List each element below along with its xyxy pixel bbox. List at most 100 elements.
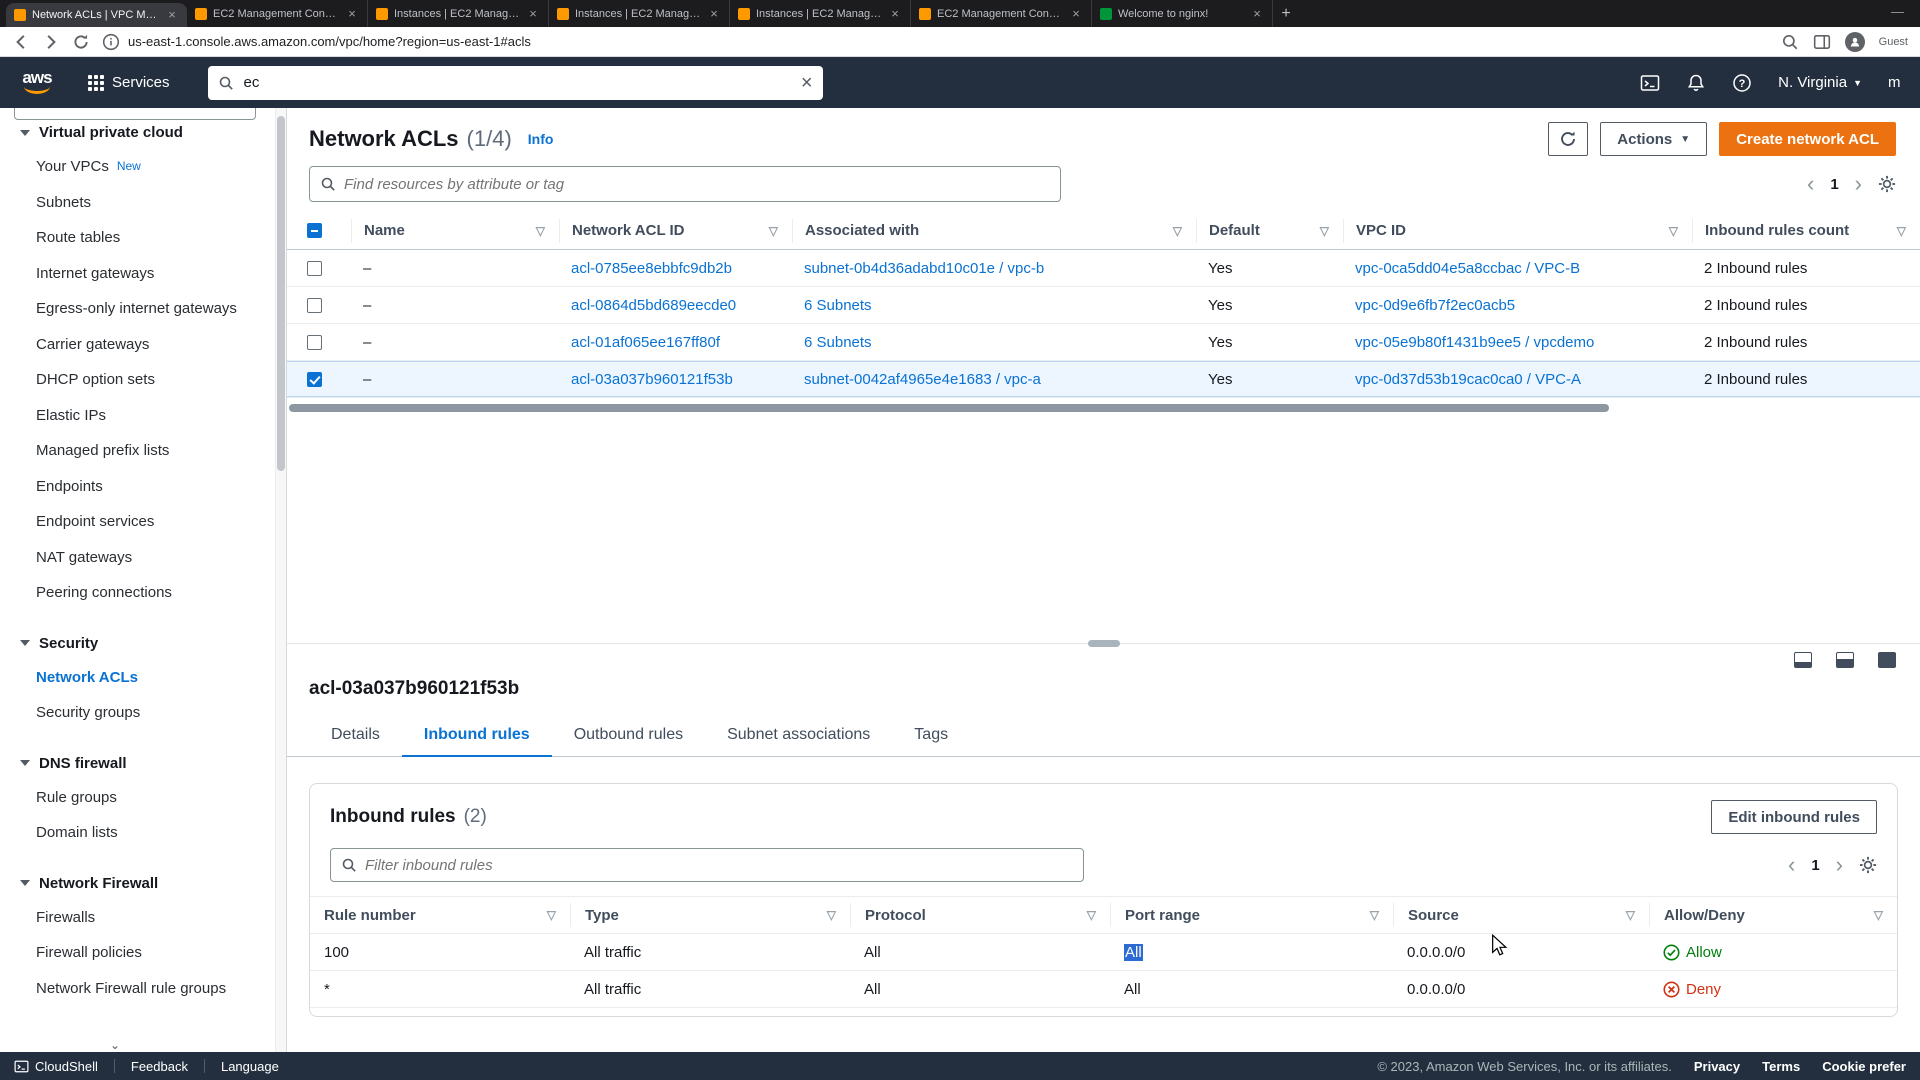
sidebar-item-rule-groups[interactable]: Rule groups [20, 780, 260, 816]
settings-gear-icon[interactable] [1859, 856, 1877, 874]
sidebar-item-egress-only-internet-gateways[interactable]: Egress-only internet gateways [20, 291, 260, 327]
tab-details[interactable]: Details [309, 716, 402, 757]
cell-link[interactable]: acl-0785ee8ebbfc9db2b [571, 260, 732, 277]
next-page-icon[interactable]: › [1836, 856, 1843, 874]
tab-subnet-associations[interactable]: Subnet associations [705, 716, 892, 757]
sidebar-scrollbar[interactable] [275, 108, 286, 1052]
sidebar-item-your-vpcs[interactable]: Your VPCsNew [20, 149, 260, 185]
browser-tab[interactable]: EC2 Management Console× [187, 0, 368, 27]
terms-link[interactable]: Terms [1762, 1059, 1800, 1074]
panel-expand-icon[interactable] [1878, 652, 1896, 668]
acl-search-input[interactable] [344, 176, 1050, 193]
rules-column-header[interactable]: Rule number▽ [310, 903, 570, 927]
cell-link[interactable]: 6 Subnets [804, 334, 872, 351]
tab-inbound-rules[interactable]: Inbound rules [402, 716, 552, 757]
tab-close-icon[interactable]: × [1250, 7, 1264, 21]
split-panel-drag-handle[interactable] [1088, 640, 1120, 647]
sort-caret-icon[interactable]: ▽ [536, 224, 545, 238]
cell-link[interactable]: vpc-0d37d53b19cac0ca0 / VPC-A [1355, 371, 1581, 388]
sidebar-item-network-firewall-rule-groups[interactable]: Network Firewall rule groups [20, 971, 260, 1007]
sidebar-item-managed-prefix-lists[interactable]: Managed prefix lists [20, 433, 260, 469]
browser-tab[interactable]: Instances | EC2 Management Co...× [730, 0, 911, 27]
browser-tab[interactable]: EC2 Management Console× [911, 0, 1092, 27]
sort-caret-icon[interactable]: ▽ [1173, 224, 1182, 238]
new-tab-button[interactable]: + [1273, 0, 1299, 27]
sidebar-item-firewalls[interactable]: Firewalls [20, 900, 260, 936]
settings-gear-icon[interactable] [1878, 175, 1896, 193]
services-menu[interactable]: Services [78, 74, 180, 91]
sidebar-section-header[interactable]: Virtual private cloud [20, 124, 260, 141]
tab-close-icon[interactable]: × [1069, 7, 1083, 21]
rules-filter-box[interactable] [330, 848, 1084, 882]
rules-column-header[interactable]: Type▽ [570, 903, 850, 927]
table-row[interactable]: –acl-0864d5bd689eecde06 SubnetsYesvpc-0d… [287, 287, 1920, 324]
omnibox[interactable]: us-east-1.console.aws.amazon.com/vpc/hom… [102, 33, 1769, 51]
cell-link[interactable]: acl-03a037b960121f53b [571, 371, 733, 388]
column-header-1[interactable]: Name▽ [351, 219, 559, 243]
prev-page-icon[interactable]: ‹ [1788, 856, 1795, 874]
sidebar-item-endpoint-services[interactable]: Endpoint services [20, 504, 260, 540]
sidebar-item-dhcp-option-sets[interactable]: DHCP option sets [20, 362, 260, 398]
rule-row[interactable]: *All trafficAllAll0.0.0.0/0Deny [310, 971, 1897, 1008]
minimize-icon[interactable]: — [1891, 0, 1904, 27]
cell-link[interactable]: subnet-0b4d36adabd10c01e / vpc-b [804, 260, 1044, 277]
rules-column-header[interactable]: Port range▽ [1110, 903, 1393, 927]
tab-close-icon[interactable]: × [707, 7, 721, 21]
browser-tab[interactable]: Network ACLs | VPC Manage...× [6, 3, 187, 27]
row-checkbox[interactable] [307, 298, 322, 313]
account-menu[interactable]: m [1888, 74, 1904, 91]
sidebar-item-network-acls[interactable]: Network ACLs [20, 660, 260, 696]
cell-link[interactable]: acl-01af065ee167ff80f [571, 334, 720, 351]
table-row[interactable]: –acl-03a037b960121f53bsubnet-0042af4965e… [287, 361, 1920, 398]
side-panel-icon[interactable] [1813, 33, 1831, 51]
language-link[interactable]: Language [221, 1059, 279, 1074]
acl-search-box[interactable] [309, 166, 1061, 202]
cell-link[interactable]: subnet-0042af4965e4e1683 / vpc-a [804, 371, 1041, 388]
table-row[interactable]: –acl-0785ee8ebbfc9db2bsubnet-0b4d36adabd… [287, 250, 1920, 287]
sort-caret-icon[interactable]: ▽ [1669, 224, 1678, 238]
sidebar-filter-partial[interactable] [14, 108, 256, 120]
sort-caret-icon[interactable]: ▽ [1320, 224, 1329, 238]
sidebar-section-header[interactable]: Security [20, 635, 260, 652]
tab-close-icon[interactable]: × [888, 7, 902, 21]
sort-caret-icon[interactable]: ▽ [827, 908, 836, 922]
refresh-button[interactable] [1548, 122, 1588, 156]
sort-caret-icon[interactable]: ▽ [769, 224, 778, 238]
region-selector[interactable]: N. Virginia ▼ [1778, 74, 1862, 91]
cell-link[interactable]: acl-0864d5bd689eecde0 [571, 297, 736, 314]
site-info-icon[interactable] [102, 33, 120, 51]
select-all-checkbox[interactable] [307, 223, 322, 238]
sidebar-item-endpoints[interactable]: Endpoints [20, 469, 260, 505]
tab-close-icon[interactable]: × [345, 7, 359, 21]
sidebar-item-elastic-ips[interactable]: Elastic IPs [20, 398, 260, 434]
rule-row[interactable]: 100All trafficAllAll0.0.0.0/0Allow [310, 934, 1897, 971]
actions-button[interactable]: Actions ▼ [1600, 122, 1707, 156]
sidebar-section-header[interactable]: DNS firewall [20, 755, 260, 772]
create-network-acl-button[interactable]: Create network ACL [1719, 122, 1896, 156]
row-checkbox[interactable] [307, 261, 322, 276]
panel-position-bottom-icon[interactable] [1794, 652, 1812, 668]
sidebar-section-header[interactable]: Network Firewall [20, 875, 260, 892]
tab-close-icon[interactable]: × [526, 7, 540, 21]
sort-caret-icon[interactable]: ▽ [547, 908, 556, 922]
sort-caret-icon[interactable]: ▽ [1370, 908, 1379, 922]
sidebar-item-firewall-policies[interactable]: Firewall policies [20, 935, 260, 971]
feedback-link[interactable]: Feedback [131, 1059, 188, 1074]
cell-link[interactable]: vpc-0d9e6fb7f2ec0acb5 [1355, 297, 1515, 314]
sidebar-item-route-tables[interactable]: Route tables [20, 220, 260, 256]
tab-outbound-rules[interactable]: Outbound rules [552, 716, 705, 757]
cloudshell-icon[interactable] [1640, 73, 1660, 93]
horizontal-scrollbar-thumb[interactable] [289, 404, 1609, 412]
horizontal-scrollbar[interactable] [287, 403, 1920, 413]
cell-link[interactable]: vpc-0ca5dd04e5a8ccbac / VPC-B [1355, 260, 1580, 277]
browser-tab[interactable]: Instances | EC2 Management Co...× [549, 0, 730, 27]
cookie-preferences-link[interactable]: Cookie prefer [1822, 1059, 1906, 1074]
sort-caret-icon[interactable]: ▽ [1897, 224, 1906, 238]
browser-tab[interactable]: Instances | EC2 Management Co...× [368, 0, 549, 27]
profile-avatar[interactable] [1845, 32, 1865, 52]
sidebar-item-domain-lists[interactable]: Domain lists [20, 815, 260, 851]
help-icon[interactable]: ? [1732, 73, 1752, 93]
sort-caret-icon[interactable]: ▽ [1087, 908, 1096, 922]
console-search-input[interactable] [244, 74, 791, 91]
sidebar-item-carrier-gateways[interactable]: Carrier gateways [20, 327, 260, 363]
